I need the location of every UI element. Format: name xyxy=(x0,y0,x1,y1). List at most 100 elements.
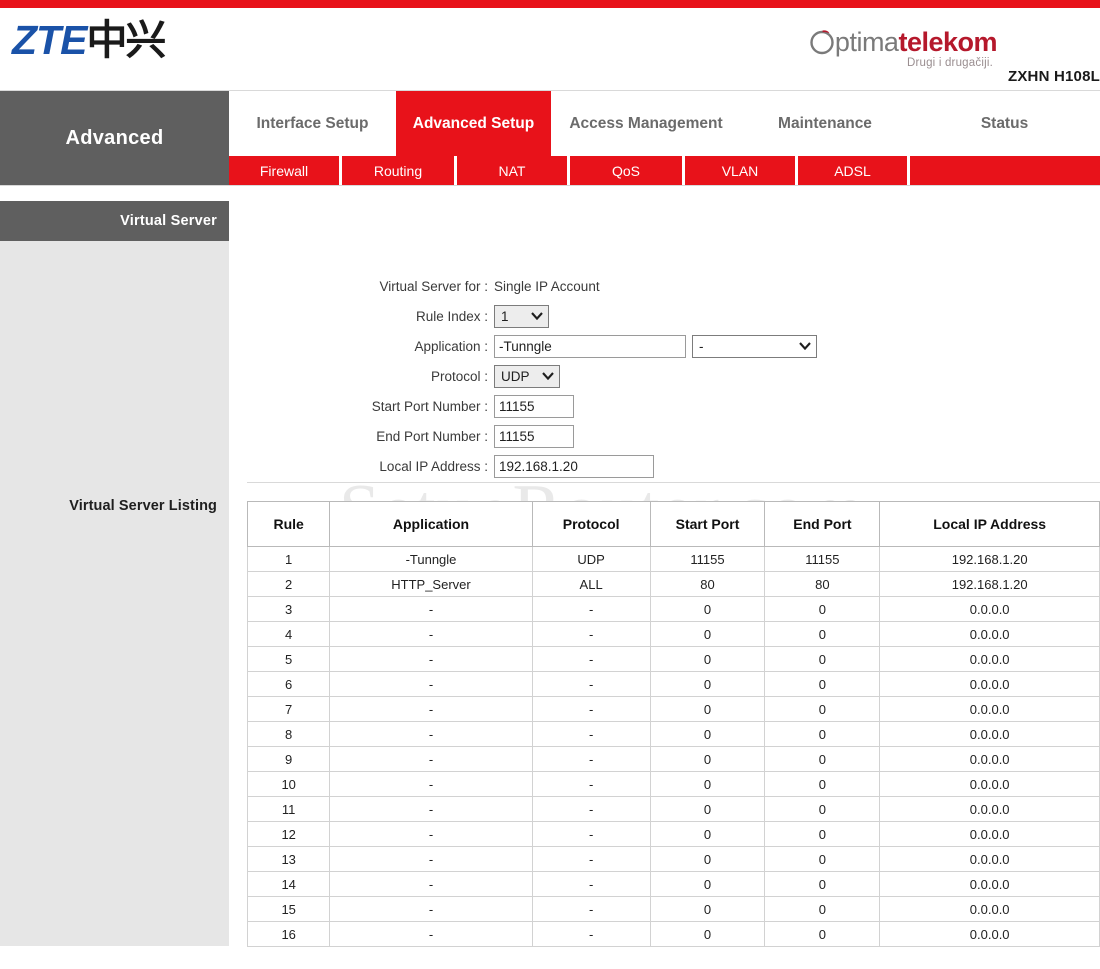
column-header-application: Application xyxy=(329,501,533,547)
optima-logo-telekom: telekom xyxy=(898,27,997,57)
cell-end-port: 0 xyxy=(764,846,881,872)
cell-rule: 10 xyxy=(246,771,331,797)
subtab-vlan[interactable]: VLAN xyxy=(685,156,798,185)
cell-start-port: 0 xyxy=(649,746,766,772)
cell-application: - xyxy=(329,871,533,897)
tab-access-management[interactable]: Access Management xyxy=(551,91,741,156)
cell-local-ip: 0.0.0.0 xyxy=(879,921,1100,947)
cell-start-port: 0 xyxy=(649,596,766,622)
table-row: 15- -0 0 0.0.0.0 xyxy=(246,896,1100,922)
sidebar-item-virtual-server[interactable]: Virtual Server xyxy=(0,201,229,241)
table-row: 11- -0 0 0.0.0.0 xyxy=(246,796,1100,822)
cell-rule: 11 xyxy=(246,796,331,822)
tab-interface-setup[interactable]: Interface Setup xyxy=(229,91,396,156)
optima-o-icon xyxy=(809,28,835,55)
label-protocol: Protocol : xyxy=(430,368,488,384)
subtab-firewall[interactable]: Firewall xyxy=(229,156,342,185)
tab-maintenance[interactable]: Maintenance xyxy=(741,91,909,156)
rule-index-select-wrap: 1 xyxy=(494,304,549,328)
sidebar-label-virtual-server-listing: Virtual Server Listing xyxy=(69,498,217,514)
subtab-adsl[interactable]: ADSL xyxy=(798,156,910,185)
cell-application: - xyxy=(329,646,533,672)
local-ip-input[interactable] xyxy=(494,454,654,478)
cell-end-port: 0 xyxy=(764,596,881,622)
page-body: Virtual Server Virtual Server Listing Se… xyxy=(0,201,1100,960)
cell-application: HTTP_Server xyxy=(329,571,533,597)
label-local-ip: Local IP Address : xyxy=(379,458,488,474)
table-row: 3- -0 0 0.0.0.0 xyxy=(246,596,1100,622)
cell-start-port: 0 xyxy=(649,696,766,722)
cell-rule: 9 xyxy=(246,746,331,772)
subtab-qos[interactable]: QoS xyxy=(570,156,685,185)
cell-application: - xyxy=(329,696,533,722)
cell-local-ip: 0.0.0.0 xyxy=(879,721,1100,747)
protocol-select[interactable]: UDP xyxy=(494,364,560,388)
cell-start-port: 0 xyxy=(649,671,766,697)
table-row: 12- -0 0 0.0.0.0 xyxy=(246,821,1100,847)
navigation-bar: Advanced Interface Setup Advanced Setup … xyxy=(0,91,1100,201)
optima-telekom-logo: ptimatelekom Drugi i drugačiji. xyxy=(809,28,997,70)
cell-end-port: 0 xyxy=(764,821,881,847)
cell-start-port: 0 xyxy=(649,896,766,922)
table-row: 9- -0 0 0.0.0.0 xyxy=(246,746,1100,772)
column-header-end-port: End Port xyxy=(764,501,881,547)
column-header-local-ip: Local IP Address xyxy=(879,501,1100,547)
cell-local-ip: 0.0.0.0 xyxy=(879,871,1100,897)
table-body: 1 -Tunngle UDP 11155 11155 192.168.1.20 2 HTTP_… xyxy=(246,546,1100,947)
zte-logo: ZTE中兴 xyxy=(12,17,166,63)
cell-application: - xyxy=(329,621,533,647)
cell-local-ip: 0.0.0.0 xyxy=(879,621,1100,647)
application-select-wrap: - xyxy=(692,334,817,358)
tab-advanced-setup[interactable]: Advanced Setup xyxy=(396,91,551,156)
form-table-divider xyxy=(247,482,1100,483)
cell-end-port: 0 xyxy=(764,896,881,922)
cell-rule: 2 xyxy=(246,571,331,597)
end-port-input[interactable] xyxy=(494,424,574,448)
cell-protocol: - xyxy=(531,846,651,872)
rule-index-select[interactable]: 1 xyxy=(494,304,549,328)
cell-protocol: - xyxy=(531,746,651,772)
cell-application: - xyxy=(329,596,533,622)
router-model-label: ZXHN H108L xyxy=(1007,68,1100,85)
cell-protocol: - xyxy=(531,621,651,647)
zte-logo-latin: ZTE xyxy=(12,17,87,63)
cell-end-port: 0 xyxy=(764,746,881,772)
cell-rule: 3 xyxy=(246,596,331,622)
cell-protocol: - xyxy=(531,896,651,922)
virtual-server-form: Virtual Server for : Single IP Account R… xyxy=(229,271,817,481)
table-row: 8- -0 0 0.0.0.0 xyxy=(246,721,1100,747)
column-header-rule: Rule xyxy=(246,501,331,547)
row-local-ip: Local IP Address : xyxy=(229,451,817,481)
tab-status[interactable]: Status xyxy=(909,91,1100,156)
cell-start-port: 0 xyxy=(649,721,766,747)
table-row: 5- -0 0 0.0.0.0 xyxy=(246,646,1100,672)
cell-application: -Tunngle xyxy=(329,546,533,572)
cell-start-port: 0 xyxy=(649,921,766,947)
cell-end-port: 0 xyxy=(764,721,881,747)
cell-application: - xyxy=(329,671,533,697)
cell-protocol: UDP xyxy=(531,546,651,572)
row-protocol: Protocol : UDP xyxy=(229,361,817,391)
row-virtual-server-for: Virtual Server for : Single IP Account xyxy=(229,271,817,301)
virtual-server-listing-table: Rule Application Protocol Start Port End… xyxy=(246,501,1100,947)
cell-local-ip: 192.168.1.20 xyxy=(879,571,1100,597)
cell-local-ip: 0.0.0.0 xyxy=(879,646,1100,672)
cell-end-port: 0 xyxy=(764,696,881,722)
application-preset-select[interactable]: - xyxy=(692,334,817,358)
cell-start-port: 0 xyxy=(649,646,766,672)
subtab-routing[interactable]: Routing xyxy=(342,156,457,185)
cell-application: - xyxy=(329,896,533,922)
application-input[interactable] xyxy=(494,334,686,358)
cell-protocol: - xyxy=(531,671,651,697)
table-row: 4- -0 0 0.0.0.0 xyxy=(246,621,1100,647)
cell-application: - xyxy=(329,821,533,847)
start-port-input[interactable] xyxy=(494,394,574,418)
subtab-nat[interactable]: NAT xyxy=(457,156,570,185)
cell-end-port: 0 xyxy=(764,771,881,797)
cell-local-ip: 0.0.0.0 xyxy=(879,821,1100,847)
cell-end-port: 0 xyxy=(764,646,881,672)
cell-rule: 1 xyxy=(246,546,331,572)
page-header: ZTE中兴 ptimatelekom Drugi i drugačiji. ZX… xyxy=(0,8,1100,91)
section-title-advanced: Advanced xyxy=(0,91,229,185)
cell-start-port: 0 xyxy=(649,821,766,847)
